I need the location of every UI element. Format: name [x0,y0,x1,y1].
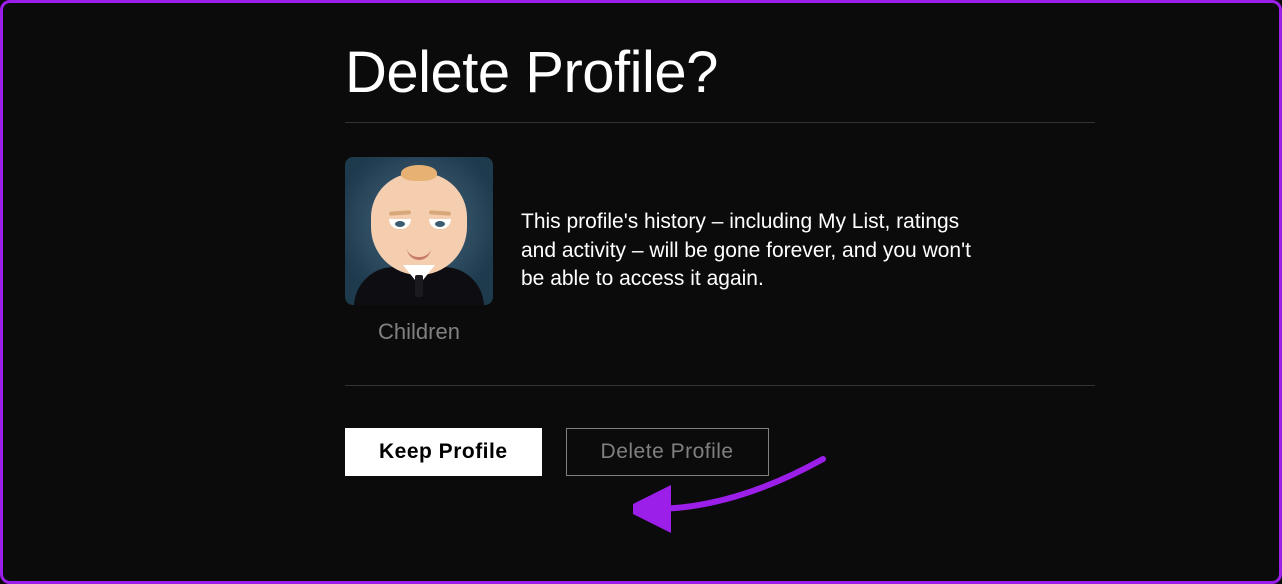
dialog-actions: Keep Profile Delete Profile [345,428,1095,476]
profile-avatar [345,157,493,305]
warning-text: This profile's history – including My Li… [521,208,991,293]
delete-profile-dialog: Delete Profile? Children This profile's … [345,39,1095,476]
profile-block: Children [345,157,493,345]
profile-row: Children This profile's history – includ… [345,157,1095,386]
profile-name-label: Children [378,319,460,345]
keep-profile-button[interactable]: Keep Profile [345,428,542,476]
delete-profile-button[interactable]: Delete Profile [566,428,769,476]
app-frame: Delete Profile? Children This profile's … [0,0,1282,584]
dialog-title: Delete Profile? [345,39,1095,123]
